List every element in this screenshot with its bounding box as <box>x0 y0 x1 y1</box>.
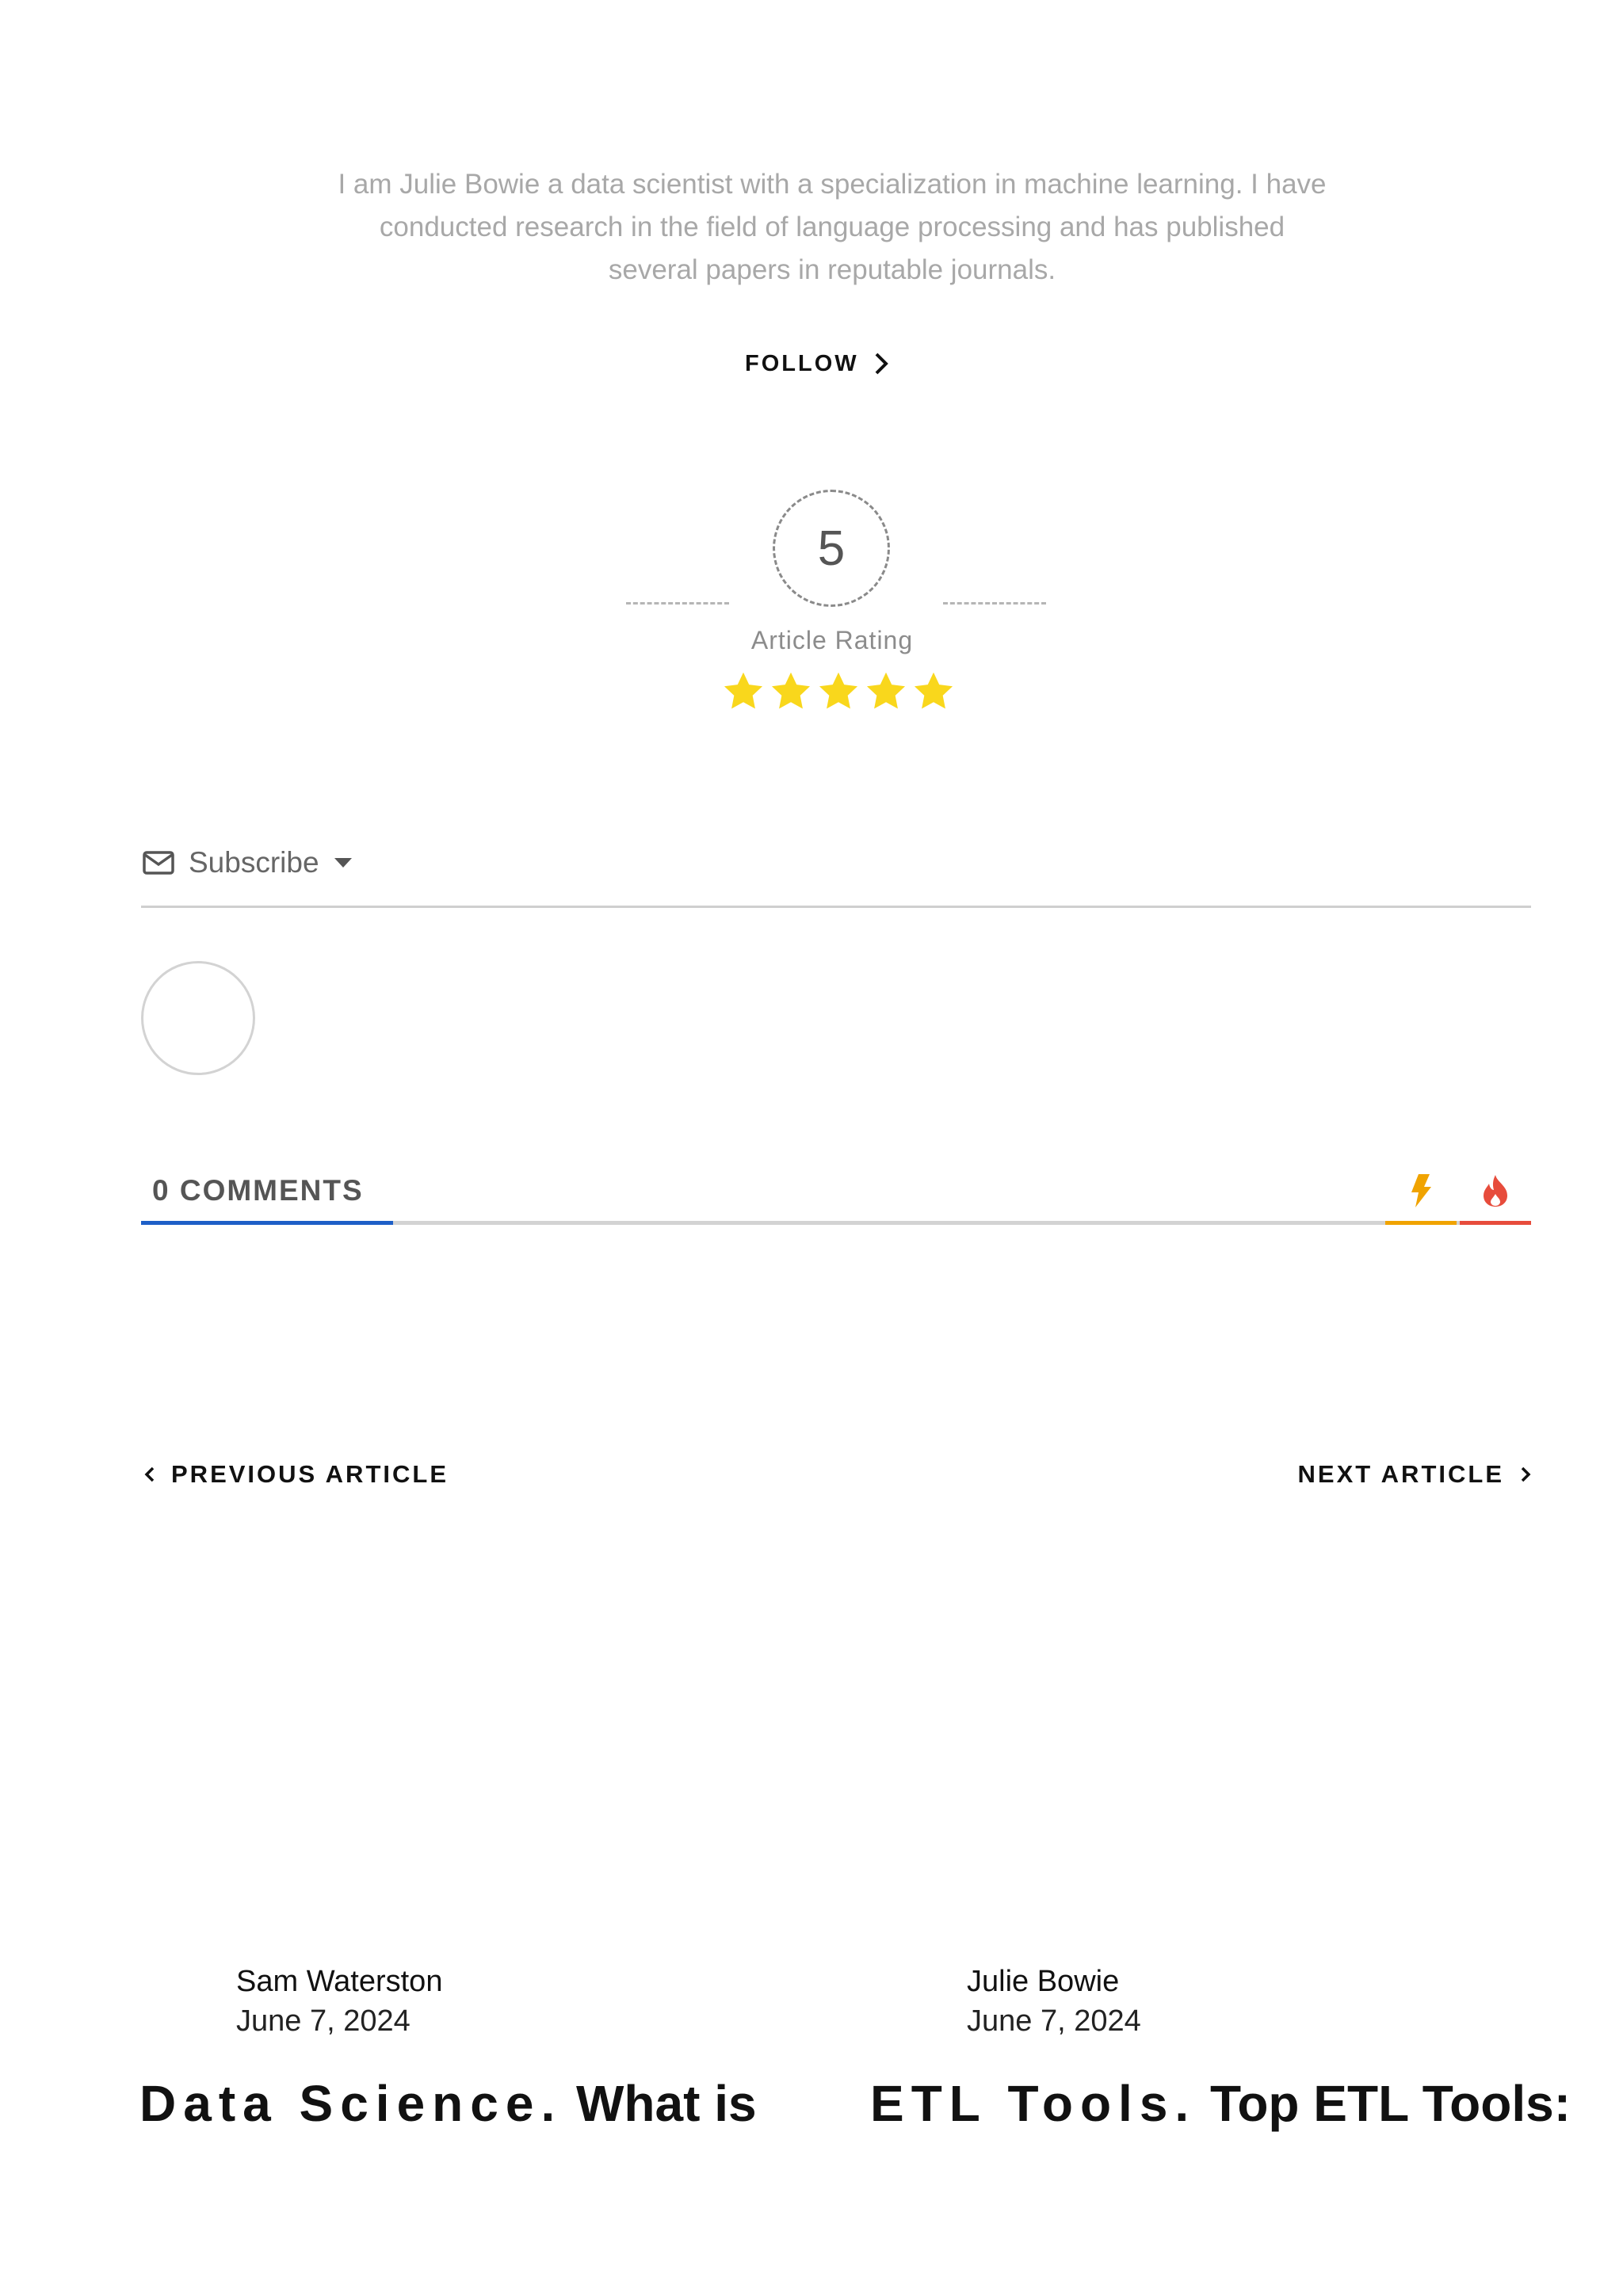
bolt-icon[interactable] <box>1401 1171 1441 1211</box>
article-author[interactable]: Sam Waterston <box>236 1965 442 1999</box>
chevron-left-icon <box>144 1466 155 1482</box>
article-date: June 7, 2024 <box>236 2004 411 2038</box>
article-title-rest: What is <box>576 2075 757 2132</box>
previous-article-link[interactable]: PREVIOUS ARTICLE <box>144 1460 449 1489</box>
subscribe-divider <box>141 906 1531 908</box>
subscribe-dropdown[interactable]: Subscribe <box>143 846 353 879</box>
star-icon[interactable] <box>721 669 766 714</box>
rating-divider-left <box>626 602 729 605</box>
next-article-link[interactable]: NEXT ARTICLE <box>1298 1460 1531 1489</box>
star-icon[interactable] <box>864 669 908 714</box>
article-title[interactable]: Data Science. What is <box>139 2074 757 2133</box>
sort-hottest-indicator <box>1460 1221 1531 1225</box>
author-bio: I am Julie Bowie a data scientist with a… <box>338 169 1327 285</box>
next-article-label: NEXT ARTICLE <box>1297 1460 1504 1488</box>
sort-newest-indicator <box>1385 1221 1457 1225</box>
article-title-lead: Data Science. <box>139 2075 563 2132</box>
fire-icon[interactable] <box>1476 1171 1515 1211</box>
comments-count: 0 COMMENTS <box>152 1174 364 1207</box>
envelope-icon <box>143 851 174 875</box>
article-title-rest: Top ETL Tools: <box>1209 2075 1571 2132</box>
previous-article-label: PREVIOUS ARTICLE <box>171 1460 449 1488</box>
comments-tab-active-indicator <box>141 1221 393 1225</box>
star-icon[interactable] <box>769 669 813 714</box>
follow-button[interactable]: FOLLOW <box>745 344 889 383</box>
caret-down-icon <box>334 858 352 868</box>
rating-divider-right <box>943 602 1046 605</box>
article-author[interactable]: Julie Bowie <box>967 1965 1119 1999</box>
star-icon[interactable] <box>816 669 861 714</box>
rating-label: Article Rating <box>750 626 914 654</box>
article-title[interactable]: ETL Tools. Top ETL Tools: <box>870 2074 1571 2133</box>
article-date: June 7, 2024 <box>967 2004 1141 2038</box>
star-rating[interactable] <box>721 669 956 714</box>
follow-label: FOLLOW <box>745 350 859 376</box>
star-icon[interactable] <box>911 669 956 714</box>
chevron-right-icon <box>1521 1466 1531 1482</box>
avatar <box>141 961 255 1075</box>
chevron-right-icon <box>875 353 888 375</box>
subscribe-label: Subscribe <box>189 846 319 879</box>
article-title-lead: ETL Tools. <box>870 2075 1197 2132</box>
rating-value: 5 <box>773 490 890 607</box>
